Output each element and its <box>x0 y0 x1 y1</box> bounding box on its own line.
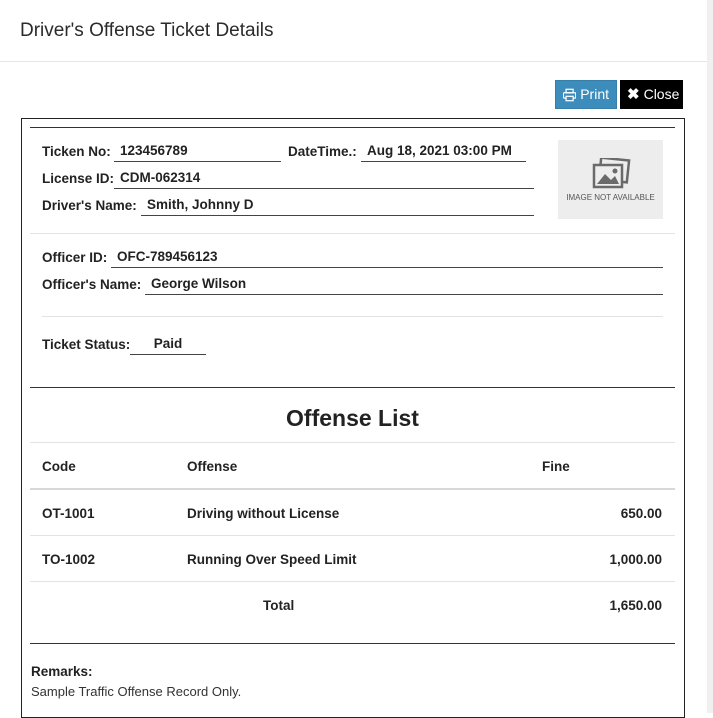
offense-code: OT-1001 <box>42 506 95 521</box>
modal-header: Driver's Offense Ticket Details <box>0 0 707 62</box>
close-label: Close <box>643 86 680 102</box>
remarks-label: Remarks: <box>31 664 93 679</box>
ticket-details-modal: Driver's Offense Ticket Details Print ✖ … <box>0 0 708 718</box>
divider <box>30 442 675 443</box>
officer-id-label: Officer ID: <box>42 250 108 265</box>
ticket-status-label: Ticket Status: <box>42 337 131 352</box>
divider <box>42 316 663 317</box>
offense-description: Driving without License <box>187 506 340 521</box>
divider <box>30 233 675 234</box>
divider <box>30 643 675 644</box>
remarks-text: Sample Traffic Offense Record Only. <box>31 684 242 699</box>
ticket-no-value: 123456789 <box>114 143 281 162</box>
officer-name-value: George Wilson <box>145 276 663 295</box>
driver-photo-placeholder: IMAGE NOT AVAILABLE <box>558 140 663 219</box>
modal-title: Driver's Offense Ticket Details <box>20 20 274 41</box>
divider <box>30 127 675 128</box>
officer-id-value: OFC-789456123 <box>111 249 663 268</box>
offense-list-title: Offense List <box>286 405 419 431</box>
driver-name-label: Driver's Name: <box>42 198 137 213</box>
offense-fine: 1,000.00 <box>609 552 662 567</box>
column-header-offense: Offense <box>187 459 238 474</box>
close-button[interactable]: ✖ Close <box>620 80 683 109</box>
ticket-no-label: Ticken No: <box>42 144 111 159</box>
column-header-fine: Fine <box>542 459 570 474</box>
datetime-label: DateTime.: <box>288 144 357 159</box>
divider <box>30 581 675 582</box>
print-button[interactable]: Print <box>555 80 617 109</box>
total-fine: 1,650.00 <box>609 598 662 613</box>
image-not-available-text: IMAGE NOT AVAILABLE <box>566 192 655 202</box>
offense-description: Running Over Speed Limit <box>187 552 357 567</box>
divider <box>30 535 675 536</box>
offense-fine: 650.00 <box>620 506 662 521</box>
printer-icon <box>563 88 577 101</box>
datetime-value: Aug 18, 2021 03:00 PM <box>361 143 526 162</box>
ticket-status-value: Paid <box>130 336 206 355</box>
print-label: Print <box>580 86 609 102</box>
divider <box>30 488 675 490</box>
license-label: License ID: <box>42 171 115 186</box>
close-icon: ✖ <box>627 86 640 103</box>
license-value: CDM-062314 <box>114 170 534 189</box>
divider <box>30 387 675 388</box>
driver-name-value: Smith, Johnny D <box>141 197 534 216</box>
image-icon <box>592 157 630 188</box>
offense-code: TO-1002 <box>42 552 96 567</box>
scrollbar[interactable] <box>707 0 713 713</box>
total-label: Total <box>263 598 295 613</box>
officer-name-label: Officer's Name: <box>42 277 142 292</box>
column-header-code: Code <box>42 459 76 474</box>
